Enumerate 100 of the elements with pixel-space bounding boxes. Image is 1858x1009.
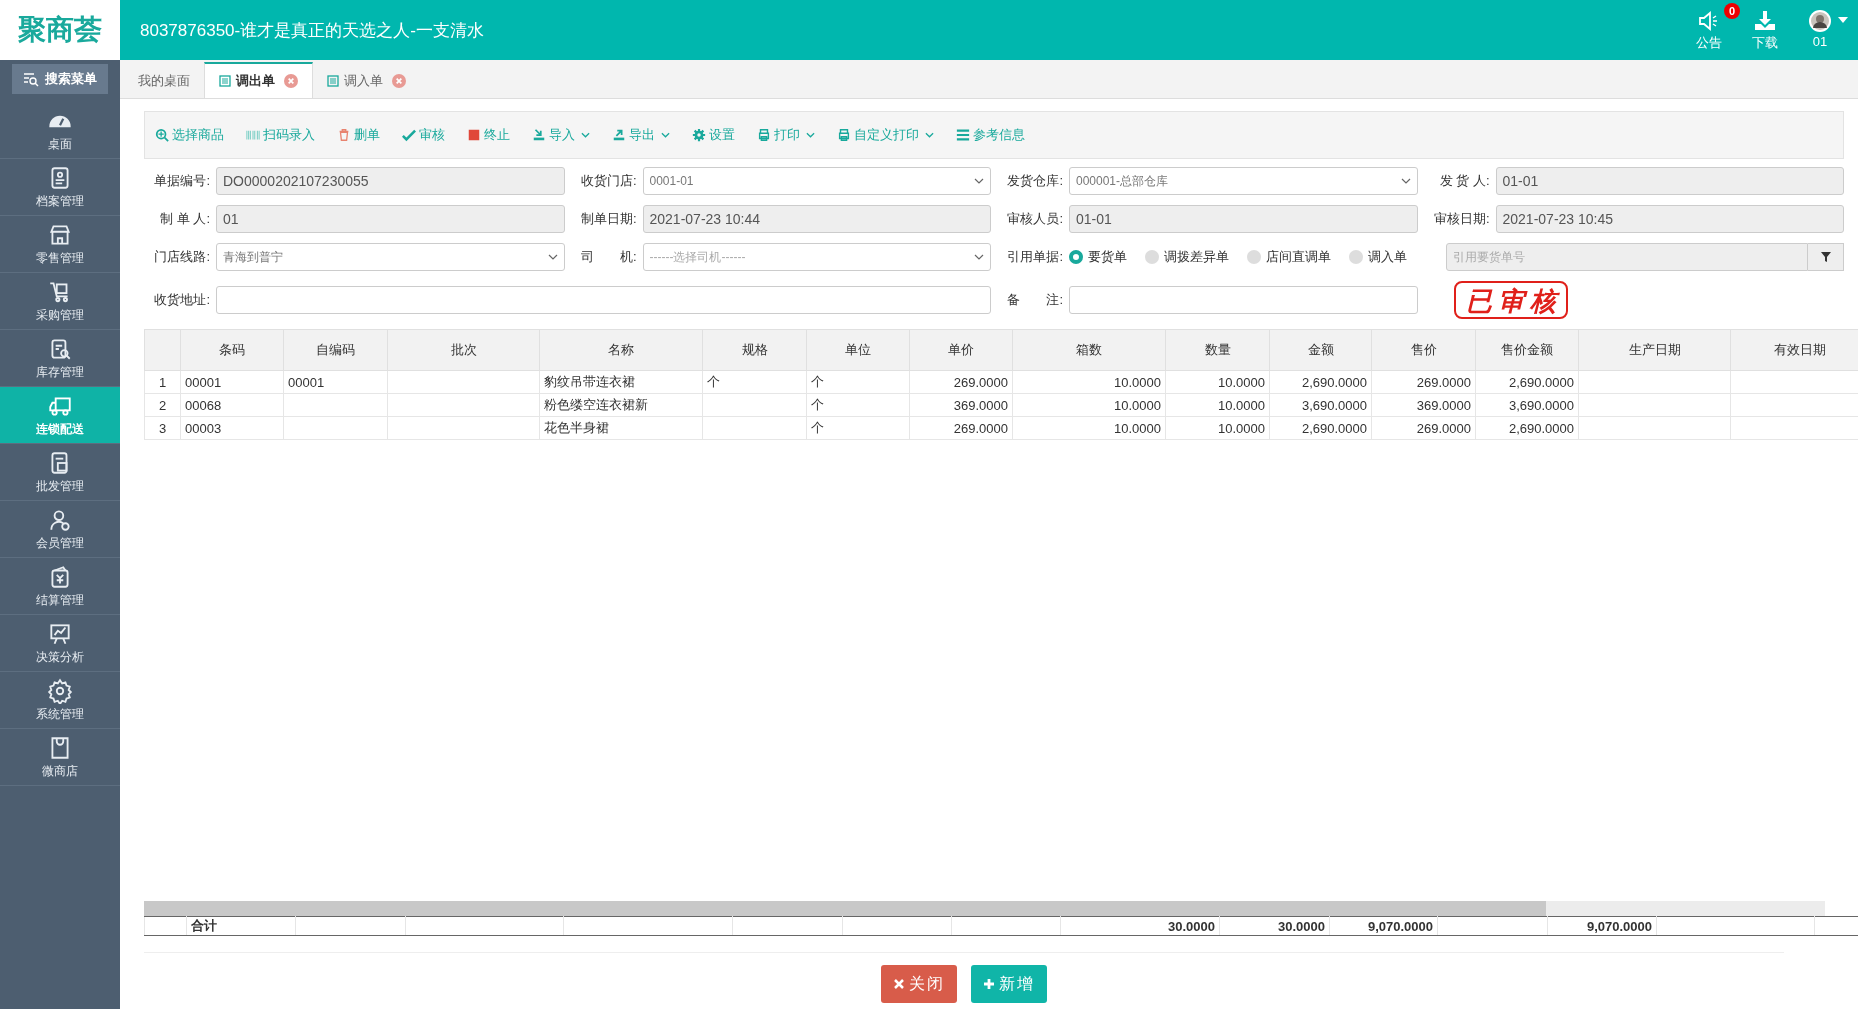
radio-option[interactable]: 调拨差异单 xyxy=(1145,248,1229,266)
table-cell: 10.0000 xyxy=(1165,370,1270,394)
radio-option[interactable]: 调入单 xyxy=(1349,248,1407,266)
chevron-icon xyxy=(806,132,815,138)
table-cell: 3,690.0000 xyxy=(1269,393,1372,417)
table-cell: 豹纹吊带连衣裙 xyxy=(539,370,703,394)
barcode-icon xyxy=(246,128,260,142)
column-header: 箱数 xyxy=(1012,329,1166,371)
input-field[interactable]: 2021-07-23 10:44 xyxy=(642,205,991,233)
scrollbar[interactable] xyxy=(144,901,1825,916)
header-cell xyxy=(144,329,181,371)
print-icon xyxy=(837,128,851,142)
table-cell: 个 xyxy=(806,393,910,417)
table-cell: 个 xyxy=(806,370,910,394)
table-cell: 10.0000 xyxy=(1012,370,1166,394)
field-label: 备 注: xyxy=(1006,291,1063,309)
logo: 聚商荟 xyxy=(0,0,120,60)
column-header: 金额 xyxy=(1269,329,1372,371)
download-icon xyxy=(1753,8,1777,33)
table-cell: 2,690.0000 xyxy=(1269,416,1372,440)
select-field[interactable]: 青海到普宁 xyxy=(216,243,565,271)
field-label: 制 单 人: xyxy=(159,210,210,228)
close-icon[interactable] xyxy=(284,74,298,88)
total-cell: 9,070.0000 xyxy=(1547,916,1657,936)
input-field[interactable]: DO0000202107230055 xyxy=(216,167,565,195)
column-header: 名称 xyxy=(539,329,703,371)
row-number: 1 xyxy=(144,370,181,394)
field-label: 司 机: xyxy=(579,248,637,266)
field-label: 收货地址: xyxy=(153,291,210,309)
chevron-icon xyxy=(581,132,590,138)
radio-button[interactable] xyxy=(1247,250,1261,264)
tab[interactable]: 我的桌面 xyxy=(124,62,204,98)
chevron-icon xyxy=(974,178,984,184)
close-icon[interactable] xyxy=(392,74,406,88)
table-cell: 00001 xyxy=(180,370,284,394)
field-label: 审核日期: xyxy=(1432,210,1490,228)
search-menu-button[interactable]: 搜索菜单 xyxy=(12,64,108,94)
field-label: 审核人员: xyxy=(1006,210,1063,228)
radio-button[interactable] xyxy=(1069,250,1083,264)
input-field[interactable]: 01 xyxy=(216,205,565,233)
chevron-icon xyxy=(661,132,670,138)
tab[interactable]: 调入单 xyxy=(313,62,420,98)
row-number: 2 xyxy=(144,393,181,417)
tab[interactable]: 调出单 xyxy=(204,62,313,98)
input-field[interactable] xyxy=(1069,286,1418,314)
table-cell: 00003 xyxy=(180,416,284,440)
input-field[interactable]: 01-01 xyxy=(1495,167,1844,195)
action-button[interactable]: 关闭 xyxy=(881,965,957,1003)
radio-button[interactable] xyxy=(1145,250,1159,264)
column-header: 规格 xyxy=(702,329,807,371)
sidebar-item[interactable]: 结算管理 xyxy=(0,558,120,615)
radio-button[interactable] xyxy=(1349,250,1363,264)
chevron-icon xyxy=(1400,178,1411,184)
filter-icon xyxy=(1819,251,1832,263)
sidebar-item[interactable]: 会员管理 xyxy=(0,501,120,558)
chevron-icon xyxy=(925,132,934,138)
column-header: 单价 xyxy=(909,329,1013,371)
caret-icon[interactable] xyxy=(1838,16,1848,23)
table-cell: 2,690.0000 xyxy=(1475,370,1579,394)
field-label: 发 货 人: xyxy=(1438,172,1490,190)
filter-button[interactable] xyxy=(1808,243,1844,271)
list-icon xyxy=(956,128,970,142)
table-cell: 269.0000 xyxy=(1371,370,1476,394)
table-cell: 269.0000 xyxy=(909,370,1013,394)
stop-icon xyxy=(467,128,481,142)
sidebar-item[interactable]: 系统管理 xyxy=(0,672,120,729)
select-field[interactable]: 000001-总部仓库 xyxy=(1069,167,1418,195)
search-icon xyxy=(23,71,39,87)
radio-option[interactable]: 要货单 xyxy=(1069,248,1127,266)
table-cell: 粉色缕空连衣裙新 xyxy=(539,393,703,417)
sidebar-item[interactable]: 档案管理 xyxy=(0,159,120,216)
input-field[interactable] xyxy=(216,286,991,314)
table-cell: 2,690.0000 xyxy=(1475,416,1579,440)
table-cell: 10.0000 xyxy=(1165,416,1270,440)
approved-stamp: 已审核 xyxy=(1453,281,1568,319)
column-header: 有效日期 xyxy=(1730,329,1858,371)
sidebar-item[interactable]: 零售管理 xyxy=(0,216,120,273)
print-icon xyxy=(757,128,771,142)
chevron-icon xyxy=(974,254,984,260)
sidebar-item[interactable]: 采购管理 xyxy=(0,273,120,330)
column-header: 生产日期 xyxy=(1578,329,1731,371)
plus-icon xyxy=(983,978,995,990)
search-icon xyxy=(155,128,169,142)
table-cell: 个 xyxy=(702,370,807,394)
sidebar-item[interactable]: 桌面 xyxy=(0,102,120,159)
table-cell: 10.0000 xyxy=(1012,416,1166,440)
sidebar-item[interactable]: 微商店 xyxy=(0,729,120,786)
sidebar-item[interactable]: 批发管理 xyxy=(0,444,120,501)
radio-option[interactable]: 店间直调单 xyxy=(1247,248,1331,266)
table-cell: 369.0000 xyxy=(1371,393,1476,417)
column-header: 自编码 xyxy=(283,329,388,371)
table-cell: 花色半身裙 xyxy=(539,416,703,440)
avatar-icon xyxy=(1808,8,1832,33)
input-field[interactable]: 01-01 xyxy=(1069,205,1418,233)
table-cell: 3,690.0000 xyxy=(1475,393,1579,417)
sidebar-item[interactable]: 决策分析 xyxy=(0,615,120,672)
input-field[interactable]: 2021-07-23 10:45 xyxy=(1495,205,1844,233)
field-label: 发货仓库: xyxy=(1006,172,1063,190)
select-field[interactable]: 0001-01 xyxy=(642,167,991,195)
table-cell: 10.0000 xyxy=(1165,393,1270,417)
